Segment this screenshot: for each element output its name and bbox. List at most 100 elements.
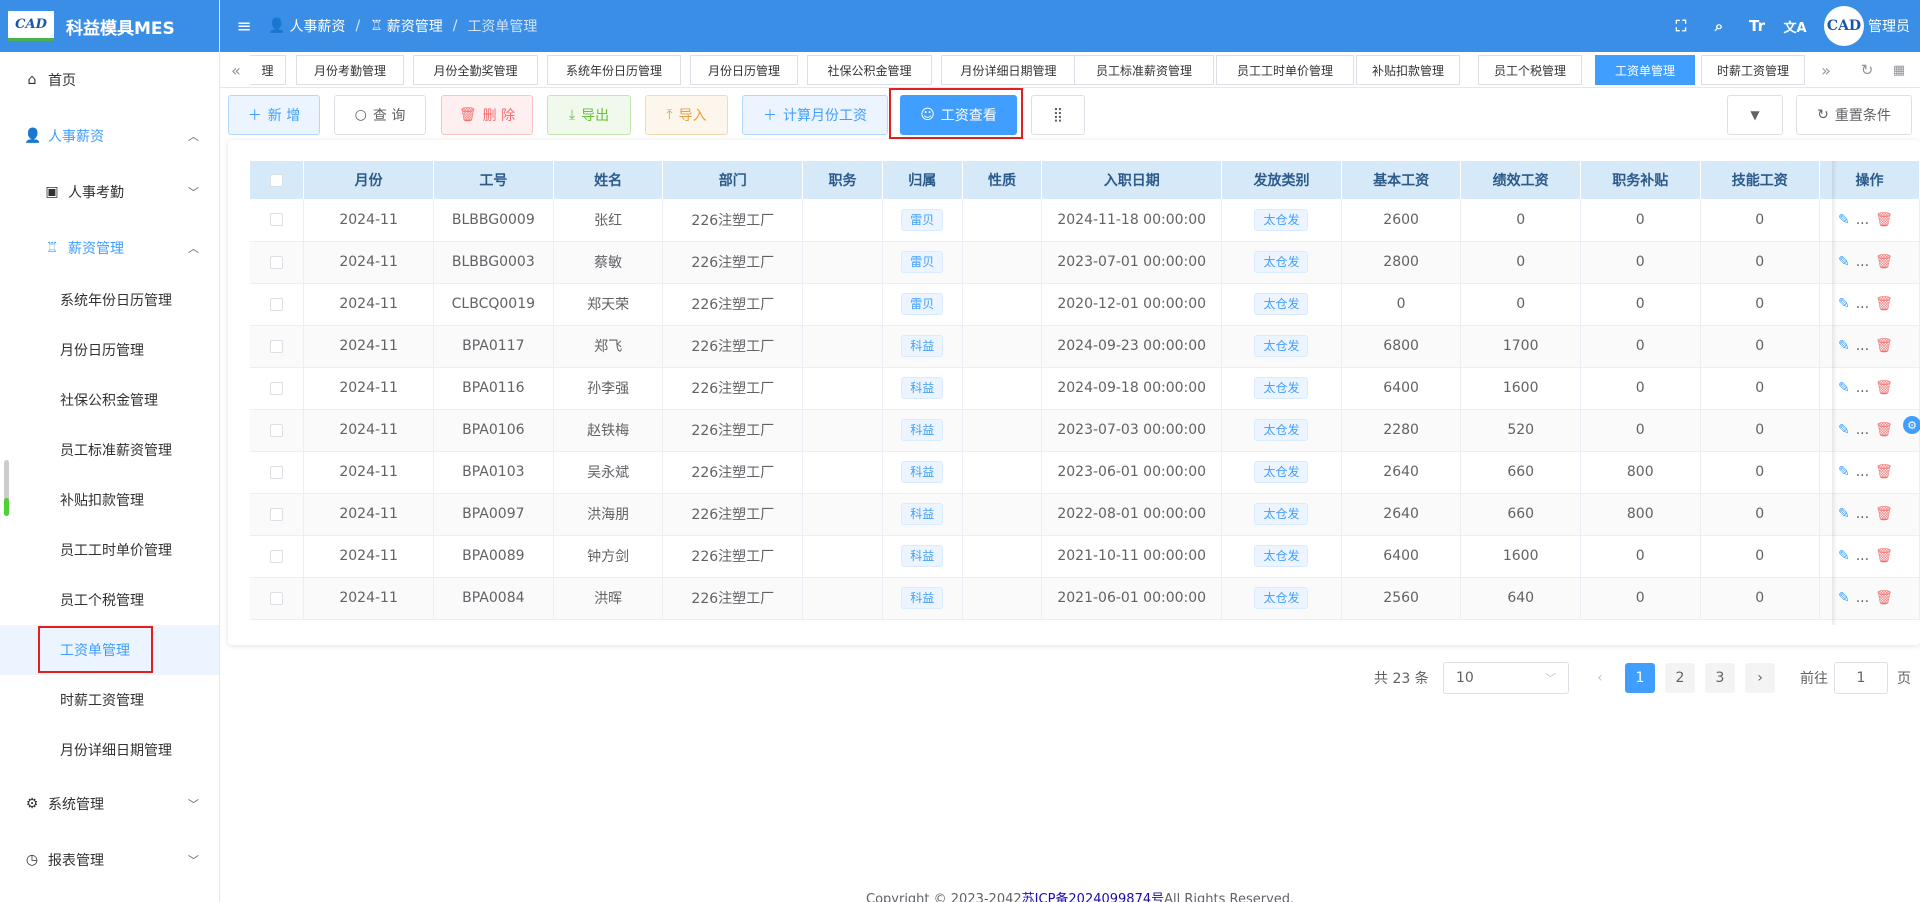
menu-system[interactable]: ⚙ 系统管理 ﹀ bbox=[0, 779, 219, 829]
prev-page-button[interactable]: ‹ bbox=[1585, 663, 1615, 693]
menu-toggle-icon[interactable]: ≡ bbox=[230, 16, 258, 37]
next-page-button[interactable]: › bbox=[1745, 663, 1775, 693]
delete-icon[interactable]: 🗑 bbox=[1875, 548, 1893, 564]
row-checkbox[interactable] bbox=[270, 255, 284, 269]
more-icon[interactable]: ... bbox=[1856, 506, 1869, 522]
row-select-cell[interactable] bbox=[250, 199, 305, 242]
tab-partial[interactable]: 理 bbox=[250, 55, 286, 85]
page-button[interactable]: 3 bbox=[1705, 663, 1735, 693]
col-header[interactable]: 职务 bbox=[802, 161, 883, 199]
row-select-cell[interactable] bbox=[250, 577, 305, 620]
tab-standard-salary[interactable]: 员工标准薪资管理 bbox=[1074, 55, 1214, 85]
breadcrumb-item[interactable]: 薪资管理 bbox=[387, 16, 443, 36]
select-all-checkbox[interactable] bbox=[270, 173, 284, 187]
tab-payroll[interactable]: 工资单管理 bbox=[1595, 55, 1695, 85]
delete-icon[interactable]: 🗑 bbox=[1875, 464, 1893, 480]
more-icon[interactable]: ... bbox=[1856, 254, 1869, 270]
sidebar-item-year-calendar[interactable]: 系统年份日历管理 bbox=[0, 275, 219, 325]
edit-icon[interactable]: ✎ bbox=[1838, 464, 1850, 480]
edit-icon[interactable]: ✎ bbox=[1838, 212, 1850, 228]
tab-hourly-rate[interactable]: 员工工时单价管理 bbox=[1216, 55, 1354, 85]
menu-attendance[interactable]: ▣ 人事考勤 ﹀ bbox=[0, 167, 219, 217]
row-select-cell[interactable] bbox=[250, 451, 305, 494]
row-select-cell[interactable] bbox=[250, 325, 305, 368]
sidebar-item-social-security[interactable]: 社保公积金管理 bbox=[0, 375, 219, 425]
search-icon[interactable]: ⌕ bbox=[1700, 17, 1738, 35]
tab-year-calendar[interactable]: 系统年份日历管理 bbox=[547, 55, 681, 85]
table-row[interactable]: 2024-11 CLBCQ0019 郑天荣 226注塑工厂 雷贝 2020-12-01 0… bbox=[250, 283, 1920, 326]
col-header[interactable]: 工号 bbox=[433, 161, 554, 199]
row-checkbox[interactable] bbox=[270, 423, 284, 437]
import-button[interactable]: ⤒ 导入 bbox=[645, 95, 728, 135]
col-header[interactable]: 绩效工资 bbox=[1460, 161, 1581, 199]
calc-salary-button[interactable]: ＋ 计算月份工资 bbox=[742, 95, 888, 135]
row-checkbox[interactable] bbox=[270, 339, 284, 353]
col-header[interactable]: 性质 bbox=[962, 161, 1043, 199]
delete-icon[interactable]: 🗑 bbox=[1875, 422, 1893, 438]
row-select-cell[interactable] bbox=[250, 241, 305, 284]
font-size-icon[interactable]: Tr bbox=[1738, 17, 1776, 35]
tab-month-detail[interactable]: 月份详细日期管理 bbox=[941, 55, 1076, 85]
avatar[interactable]: CAD bbox=[1824, 6, 1864, 46]
more-icon[interactable]: ... bbox=[1856, 296, 1869, 312]
select-all-cell[interactable] bbox=[250, 161, 305, 199]
sidebar-item-month-calendar[interactable]: 月份日历管理 bbox=[0, 325, 219, 375]
delete-icon[interactable]: 🗑 bbox=[1875, 212, 1893, 228]
fullscreen-icon[interactable]: ⛶ bbox=[1662, 17, 1700, 35]
sidebar-item-hourly-rate[interactable]: 员工工时单价管理 bbox=[0, 525, 219, 575]
footer-icp-link[interactable]: 苏ICP备2024099874号 bbox=[1022, 892, 1164, 902]
more-icon[interactable]: ... bbox=[1856, 590, 1869, 606]
add-button[interactable]: ＋ 新 增 bbox=[228, 95, 320, 135]
table-row[interactable]: 2024-11 BPA0084 洪晖 226注塑工厂 科益 2021-06-01 00:0… bbox=[250, 577, 1920, 620]
more-icon[interactable]: ... bbox=[1856, 338, 1869, 354]
row-checkbox[interactable] bbox=[270, 549, 284, 563]
tab-month-calendar[interactable]: 月份日历管理 bbox=[690, 55, 798, 85]
delete-icon[interactable]: 🗑 bbox=[1875, 338, 1893, 354]
table-row[interactable]: 2024-11 BPA0089 钟方剑 226注塑工厂 科益 2021-10-11 00:… bbox=[250, 535, 1920, 578]
settings-float-icon[interactable]: ⚙ bbox=[1903, 416, 1920, 434]
col-header[interactable]: 月份 bbox=[303, 161, 434, 199]
sidebar-scrollbar[interactable] bbox=[4, 460, 9, 516]
col-header[interactable]: 部门 bbox=[662, 161, 804, 199]
menu-report[interactable]: ◷ 报表管理 ﹀ bbox=[0, 835, 219, 885]
delete-icon[interactable]: 🗑 bbox=[1875, 506, 1893, 522]
delete-icon[interactable]: 🗑 bbox=[1875, 380, 1893, 396]
row-select-cell[interactable] bbox=[250, 283, 305, 326]
column-settings-button[interactable]: ⣿ bbox=[1031, 95, 1085, 135]
username[interactable]: 管理员 bbox=[1868, 16, 1910, 36]
col-header[interactable]: 基本工资 bbox=[1341, 161, 1462, 199]
tabs-scroll-right-icon[interactable]: » bbox=[1814, 55, 1838, 85]
translate-icon[interactable]: 文A bbox=[1776, 17, 1814, 36]
col-header[interactable]: 职务补贴 bbox=[1580, 161, 1701, 199]
sidebar-item-allowance-deduction[interactable]: 补贴扣款管理 bbox=[0, 475, 219, 525]
more-icon[interactable]: ... bbox=[1856, 422, 1869, 438]
sidebar-item-hourly-wage[interactable]: 时薪工资管理 bbox=[0, 675, 219, 725]
page-button[interactable]: 2 bbox=[1665, 663, 1695, 693]
edit-icon[interactable]: ✎ bbox=[1838, 296, 1850, 312]
table-row[interactable]: 2024-11 BPA0116 孙李强 226注塑工厂 科益 2024-09-18 00:… bbox=[250, 367, 1920, 410]
tab-month-attendance[interactable]: 月份考勤管理 bbox=[296, 55, 404, 85]
reset-filters-button[interactable]: ↻ 重置条件 bbox=[1796, 95, 1912, 135]
more-icon[interactable]: ... bbox=[1856, 212, 1869, 228]
edit-icon[interactable]: ✎ bbox=[1838, 422, 1850, 438]
table-row[interactable]: 2024-11 BLBBG0003 蔡敏 226注塑工厂 雷贝 2023-07-01 00… bbox=[250, 241, 1920, 284]
row-checkbox[interactable] bbox=[270, 381, 284, 395]
edit-icon[interactable]: ✎ bbox=[1838, 338, 1850, 354]
more-icon[interactable]: ... bbox=[1856, 548, 1869, 564]
row-select-cell[interactable] bbox=[250, 535, 305, 578]
delete-button[interactable]: 🗑 删 除 bbox=[441, 95, 533, 135]
grid-icon[interactable]: ▦ bbox=[1887, 55, 1911, 85]
row-select-cell[interactable] bbox=[250, 367, 305, 410]
sidebar-item-income-tax[interactable]: 员工个税管理 bbox=[0, 575, 219, 625]
delete-icon[interactable]: 🗑 bbox=[1875, 254, 1893, 270]
tab-income-tax[interactable]: 员工个税管理 bbox=[1478, 55, 1582, 85]
col-header[interactable]: 姓名 bbox=[553, 161, 664, 199]
col-header[interactable]: 入职日期 bbox=[1041, 161, 1223, 199]
row-checkbox[interactable] bbox=[270, 297, 284, 311]
col-header[interactable]: 技能工资 bbox=[1700, 161, 1821, 199]
sidebar-item-month-detail[interactable]: 月份详细日期管理 bbox=[0, 725, 219, 775]
delete-icon[interactable]: 🗑 bbox=[1875, 296, 1893, 312]
col-header[interactable]: 发放类别 bbox=[1221, 161, 1342, 199]
breadcrumb-item[interactable]: 人事薪资 bbox=[289, 16, 345, 36]
tab-month-award[interactable]: 月份全勤奖管理 bbox=[413, 55, 538, 85]
